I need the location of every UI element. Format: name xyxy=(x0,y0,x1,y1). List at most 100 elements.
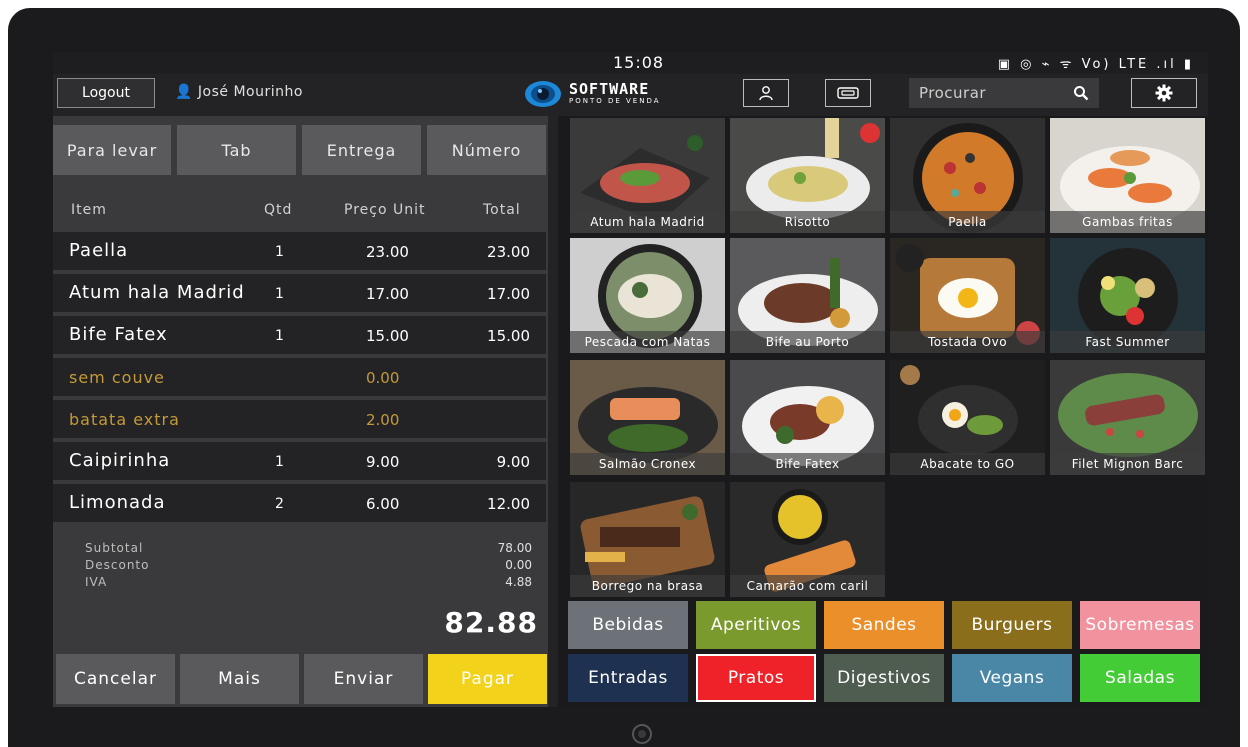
search-field[interactable]: Procurar xyxy=(909,78,1099,108)
product-name: Camarão com caril xyxy=(730,575,885,597)
order-row-item: Limonada xyxy=(69,492,166,513)
product-name: Bife Fatex xyxy=(730,453,885,475)
product-tile[interactable]: Borrego na brasa xyxy=(570,482,725,597)
category-button-selected[interactable]: Pratos xyxy=(696,654,816,702)
product-tile[interactable]: Fast Summer xyxy=(1050,238,1205,353)
order-modifier-price: 2.00 xyxy=(366,411,400,429)
product-name: Gambas fritas xyxy=(1050,211,1205,233)
subtotal-value: 78.00 xyxy=(497,541,532,555)
settings-button[interactable] xyxy=(1131,78,1197,108)
logo-eye-icon xyxy=(523,79,563,109)
product-tile[interactable]: Risotto xyxy=(730,118,885,233)
order-row-total: 23.00 xyxy=(487,243,530,261)
product-tile[interactable]: Bife Fatex xyxy=(730,360,885,475)
category-label: Pratos xyxy=(727,668,785,688)
order-row-qty: 1 xyxy=(275,286,284,302)
category-button[interactable]: Burguers xyxy=(952,601,1072,649)
vat-label: IVA xyxy=(85,575,108,589)
order-type-number[interactable]: Número xyxy=(427,125,546,175)
order-row[interactable]: Caipirinha 1 9.00 9.00 xyxy=(53,442,546,482)
category-button[interactable]: Aperitivos xyxy=(696,601,816,649)
product-tile[interactable]: Salmão Cronex xyxy=(570,360,725,475)
category-button[interactable]: Vegans xyxy=(952,654,1072,702)
home-button[interactable] xyxy=(632,724,652,744)
order-type-delivery[interactable]: Entrega xyxy=(302,125,421,175)
category-button[interactable]: Sobremesas xyxy=(1080,601,1200,649)
subtotal-label: Subtotal xyxy=(85,541,144,555)
product-tile[interactable]: Abacate to GO xyxy=(890,360,1045,475)
category-label: Digestivos xyxy=(837,668,931,688)
category-label: Sobremesas xyxy=(1085,615,1195,635)
order-row-item: Caipirinha xyxy=(69,450,171,471)
product-tile[interactable]: Bife au Porto xyxy=(730,238,885,353)
user-icon: 👤 xyxy=(175,84,198,100)
order-row-price: 9.00 xyxy=(366,453,400,471)
category-button[interactable]: Sandes xyxy=(824,601,944,649)
col-item-header: Item xyxy=(71,202,107,218)
order-row-item: Bife Fatex xyxy=(69,324,168,345)
product-panel: Atum hala Madrid Risotto Paella Gambas f… xyxy=(558,116,1208,707)
current-user: 👤 José Mourinho xyxy=(175,84,303,100)
logout-button[interactable]: Logout xyxy=(57,78,155,108)
product-tile[interactable]: Filet Mignon Barc xyxy=(1050,360,1205,475)
status-bar: 15:08 ▣ ◎ ⌁ ᯤ Vo) LTE .ıl ▮ xyxy=(53,52,1208,74)
product-name: Atum hala Madrid xyxy=(570,211,725,233)
category-button[interactable]: Digestivos xyxy=(824,654,944,702)
status-clock: 15:08 xyxy=(613,53,665,72)
order-row-price: 15.00 xyxy=(366,327,409,345)
col-total-header: Total xyxy=(483,202,521,218)
category-label: Sandes xyxy=(851,615,917,635)
order-row[interactable]: Limonada 2 6.00 12.00 xyxy=(53,484,546,524)
grand-total: 82.88 xyxy=(444,606,538,639)
more-button[interactable]: Mais xyxy=(180,654,299,704)
brand-logo: SOFTWARE PONTO DE VENDA xyxy=(523,79,661,109)
product-name: Filet Mignon Barc xyxy=(1050,453,1205,475)
search-placeholder: Procurar xyxy=(919,84,987,102)
category-label: Vegans xyxy=(979,668,1045,688)
product-tile[interactable]: Pescada com Natas xyxy=(570,238,725,353)
order-modifier-row[interactable]: batata extra 2.00 xyxy=(53,400,546,440)
category-label: Burguers xyxy=(971,615,1053,635)
order-type-takeaway[interactable]: Para levar xyxy=(53,125,171,175)
category-label: Aperitivos xyxy=(710,615,802,635)
product-name: Paella xyxy=(890,211,1045,233)
order-row-total: 9.00 xyxy=(496,453,530,471)
order-row-price: 23.00 xyxy=(366,243,409,261)
user-name: José Mourinho xyxy=(197,84,303,100)
product-tile[interactable]: Gambas fritas xyxy=(1050,118,1205,233)
product-tile[interactable]: Atum hala Madrid xyxy=(570,118,725,233)
category-button[interactable]: Entradas xyxy=(568,654,688,702)
product-name: Risotto xyxy=(730,211,885,233)
order-row-price: 6.00 xyxy=(366,495,400,513)
pay-button[interactable]: Pagar xyxy=(428,654,547,704)
order-row[interactable]: Bife Fatex 1 15.00 15.00 xyxy=(53,316,546,356)
order-row-item: Atum hala Madrid xyxy=(69,282,245,303)
order-row-qty: 2 xyxy=(275,496,284,512)
cancel-button[interactable]: Cancelar xyxy=(56,654,175,704)
order-row-item: Paella xyxy=(69,240,129,261)
customer-button[interactable] xyxy=(743,79,789,107)
product-name: Pescada com Natas xyxy=(570,331,725,353)
order-panel: Para levar Tab Entrega Número Item Qtd P… xyxy=(53,116,548,707)
cash-drawer-button[interactable] xyxy=(825,79,871,107)
order-row-price: 17.00 xyxy=(366,285,409,303)
search-icon[interactable] xyxy=(1073,85,1089,101)
product-name: Abacate to GO xyxy=(890,453,1045,475)
category-label: Entradas xyxy=(588,668,668,688)
order-row[interactable]: Paella 1 23.00 23.00 xyxy=(53,232,546,272)
order-type-tab[interactable]: Tab xyxy=(177,125,296,175)
category-button[interactable]: Saladas xyxy=(1080,654,1200,702)
discount-label: Desconto xyxy=(85,558,150,572)
product-tile[interactable]: Tostada Ovo xyxy=(890,238,1045,353)
order-row-qty: 1 xyxy=(275,328,284,344)
product-tile[interactable]: Camarão com caril xyxy=(730,482,885,597)
order-modifier-price: 0.00 xyxy=(366,369,400,387)
order-modifier-row[interactable]: sem couve 0.00 xyxy=(53,358,546,398)
product-tile[interactable]: Paella xyxy=(890,118,1045,233)
gear-icon xyxy=(1155,84,1173,102)
category-button[interactable]: Bebidas xyxy=(568,601,688,649)
order-row-qty: 1 xyxy=(275,244,284,260)
top-bar: Logout 👤 José Mourinho SOFTWARE PONTO DE… xyxy=(53,74,1208,116)
send-button[interactable]: Enviar xyxy=(304,654,423,704)
order-row[interactable]: Atum hala Madrid 1 17.00 17.00 xyxy=(53,274,546,314)
